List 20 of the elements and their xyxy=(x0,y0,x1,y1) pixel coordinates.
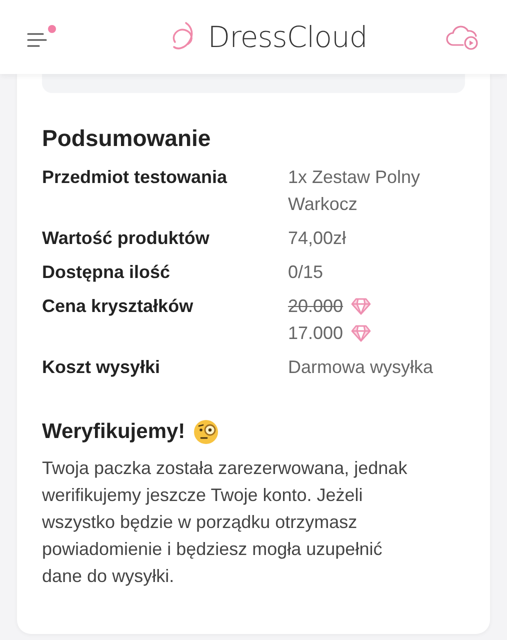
price: 17.000 xyxy=(288,322,344,345)
row-value: 74,00zł xyxy=(288,227,348,250)
row-value: Darmowa wysyłka xyxy=(288,356,434,379)
row-value: 0/15 xyxy=(288,261,324,284)
diamond-icon xyxy=(351,298,372,315)
diamond-icon xyxy=(351,325,372,342)
cloud-play-icon xyxy=(444,23,481,51)
row-label: Przedmiot testowania xyxy=(42,166,228,189)
notice-title: Weryfikujemy! xyxy=(42,420,186,444)
monocle-face-icon xyxy=(193,419,220,445)
notice-text: Twoja paczka została zarezerwowana, jednak werifikujemy jeszcze Twoje konto. Jeżeli wszystko będzie w porządku otrzymasz powiadomienie i będziesz mogła uzupełnić dane do wysyłki. xyxy=(42,457,408,588)
row-label: Cena kryształków xyxy=(42,295,194,318)
row-value: 1x Zestaw Polny Warkocz xyxy=(288,166,422,216)
row-label: Dostępna ilość xyxy=(42,261,172,284)
old-price: 20.000 xyxy=(288,295,344,318)
section-title: Podsumowanie xyxy=(42,125,212,152)
logo-text: DressCloud xyxy=(208,20,368,54)
row-label: Wartość produktów xyxy=(42,227,210,250)
cloud-button[interactable] xyxy=(444,23,481,51)
row-label: Koszt wysyłki xyxy=(42,356,162,379)
